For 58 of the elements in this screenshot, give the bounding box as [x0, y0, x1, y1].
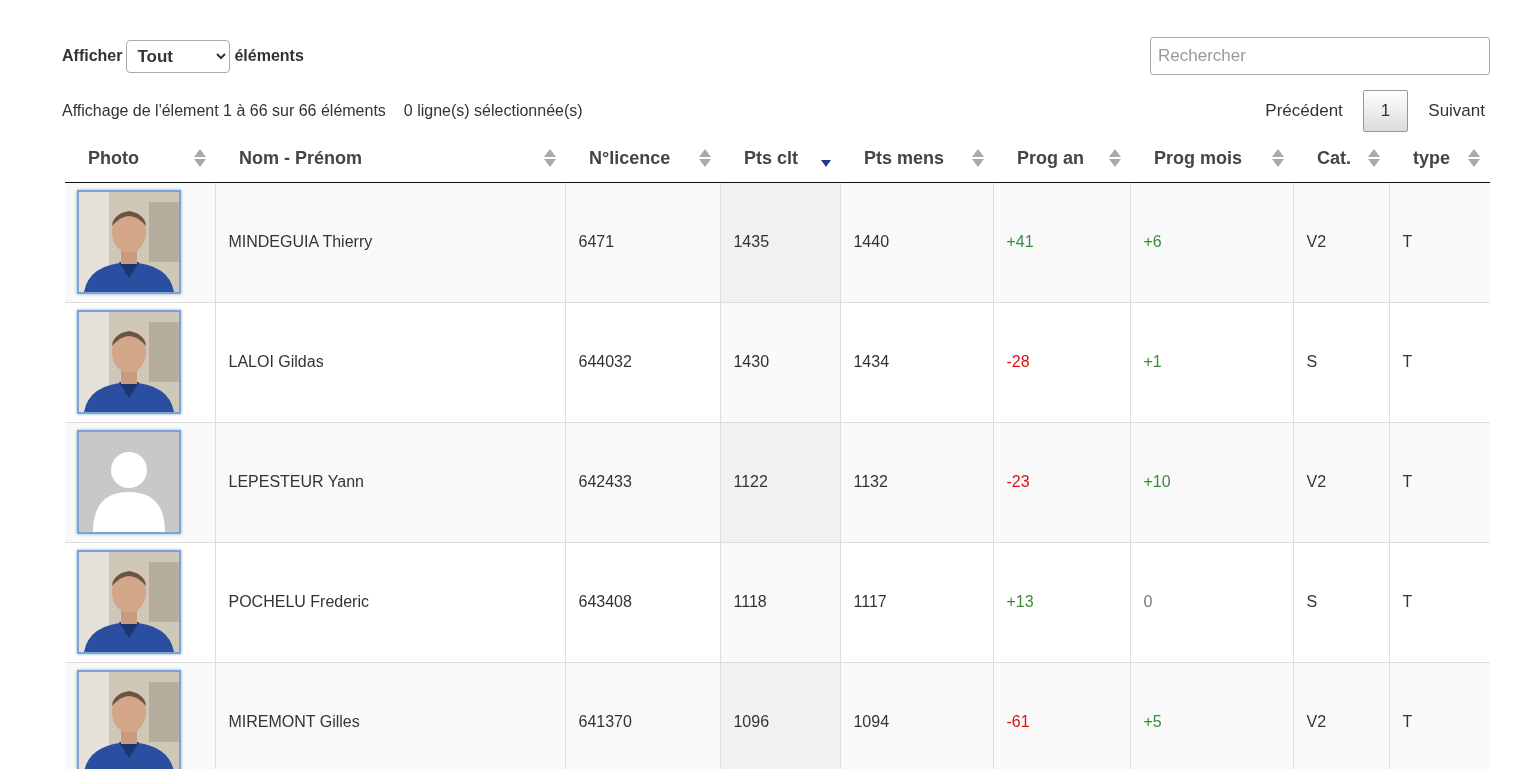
table-cell: +10 — [1143, 473, 1171, 490]
table-cell: V2 — [1306, 713, 1327, 731]
previous-button[interactable]: Précédent — [1245, 90, 1363, 132]
table-cell: -28 — [1006, 353, 1030, 370]
table-cell: T — [1402, 713, 1413, 731]
entries-label: éléments — [234, 47, 304, 65]
entries-info: Affichage de l'élement 1 à 66 sur 66 éléments — [62, 102, 386, 120]
search-field[interactable]: Rechercher — [1150, 37, 1490, 75]
column-header[interactable]: Prog mois — [1130, 135, 1294, 182]
table-cell: +13 — [1006, 593, 1034, 610]
next-button[interactable]: Suivant — [1408, 90, 1505, 132]
table-cell: 643408 — [578, 593, 632, 610]
table-cell: 644032 — [578, 353, 632, 370]
column-header[interactable]: Pts mens — [840, 135, 994, 182]
column-header[interactable]: N°licence — [566, 135, 721, 182]
page-length-select[interactable]: Tout — [126, 39, 231, 73]
table-cell: +5 — [1143, 713, 1162, 731]
player-name: LALOI Gildas — [228, 353, 324, 370]
table-cell: 1122 — [733, 473, 768, 490]
player-name: MINDEGUIA Thierry — [228, 233, 373, 250]
table-cell: V2 — [1306, 473, 1327, 490]
player-name: POCHELU Frederic — [228, 593, 369, 610]
page-button[interactable]: 1 — [1362, 90, 1409, 132]
table-cell: 6471 — [578, 233, 615, 250]
table-cell: 1132 — [853, 473, 888, 490]
table-cell: 1440 — [853, 233, 890, 250]
table-cell: 1094 — [853, 713, 890, 731]
table-cell: -23 — [1006, 473, 1030, 490]
table-cell: T — [1402, 353, 1413, 370]
table-cell: 642433 — [578, 473, 632, 490]
table-cell: T — [1402, 233, 1413, 250]
table-cell: 1430 — [733, 353, 770, 370]
table-cell: 1434 — [853, 353, 890, 370]
table-cell: +41 — [1006, 233, 1034, 250]
column-header[interactable]: Prog an — [993, 135, 1131, 182]
table-cell: 1435 — [733, 233, 770, 250]
table-cell: S — [1306, 353, 1318, 370]
table-cell: +6 — [1143, 233, 1162, 250]
column-header[interactable]: Nom - Prénom — [216, 135, 566, 182]
table-cell: S — [1306, 593, 1318, 610]
table-cell: 1118 — [733, 593, 767, 610]
player-name: MIREMONT Gilles — [228, 713, 360, 731]
table-cell: T — [1402, 473, 1413, 490]
column-header[interactable]: Photo — [65, 135, 216, 182]
show-label: Afficher — [62, 47, 123, 65]
table-cell: 0 — [1143, 593, 1153, 610]
player-name: LEPESTEUR Yann — [228, 473, 364, 490]
table-cell: 1096 — [733, 713, 770, 731]
column-header[interactable]: type — [1389, 135, 1490, 182]
column-header[interactable]: Pts clt — [720, 135, 841, 182]
selection-info: 0 ligne(s) sélectionnée(s) — [403, 102, 583, 120]
table-cell: 1117 — [853, 593, 887, 610]
table-cell: +1 — [1143, 353, 1162, 370]
table-cell: T — [1402, 593, 1413, 610]
table-cell: 641370 — [578, 713, 632, 731]
column-header[interactable]: Cat. — [1293, 135, 1390, 182]
table-cell: -61 — [1006, 713, 1030, 731]
table-cell: V2 — [1306, 233, 1327, 250]
